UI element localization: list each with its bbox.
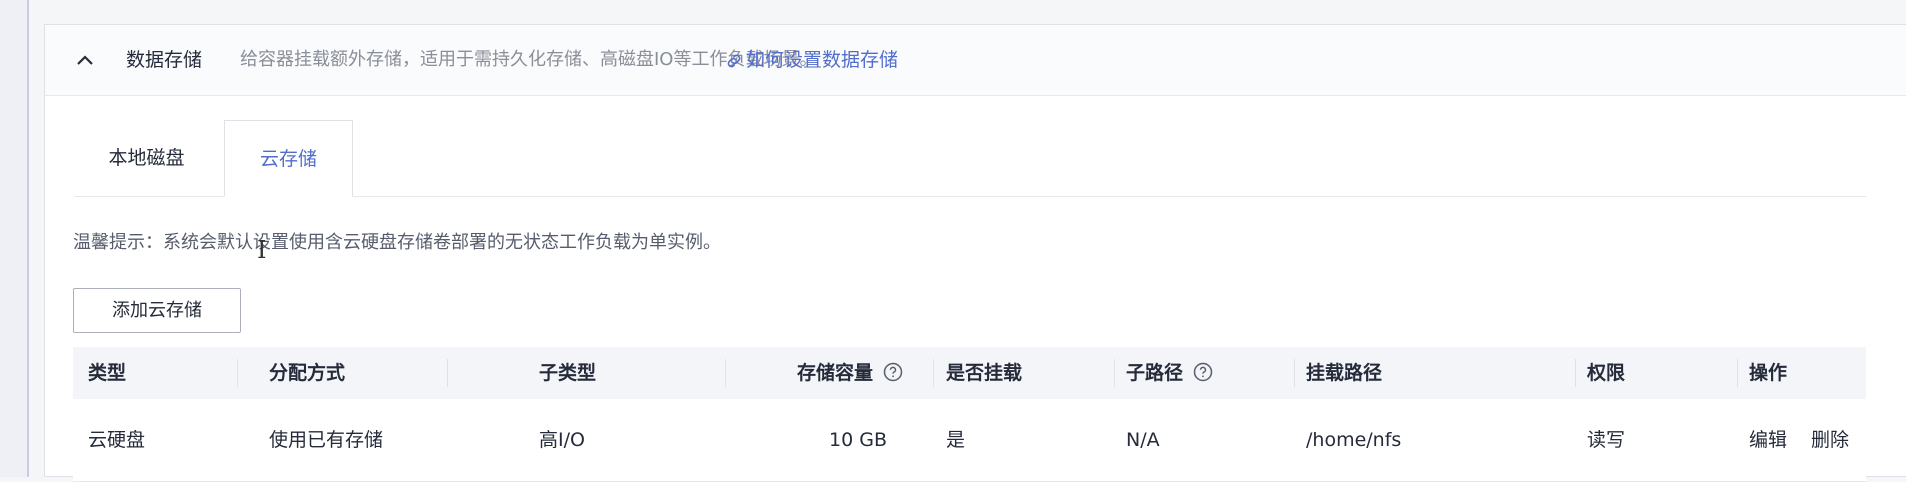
help-link-label: 如何设置数据存储 [746,49,899,71]
storage-tabs: 本地磁盘 云存储 [74,120,1866,197]
cell-mount-path: /home/nfs [1306,429,1402,451]
header-subtype: 子类型 [539,362,597,384]
panel-header[interactable]: 数据存储 给容器挂载额外存储，适用于需持久化存储、高磁盘IO等工作负载场景。 如… [45,25,1906,96]
header-mount-path: 挂载路径 [1306,362,1383,384]
chevron-up-icon[interactable] [73,49,97,73]
help-link[interactable]: 如何设置数据存储 [725,25,898,95]
question-circle-icon[interactable] [1193,362,1213,382]
question-circle-icon[interactable] [883,362,903,382]
table-row: 云硬盘 使用已有存储 高I/O 10 GB 是 N/A /home/nfs 读写… [73,399,1866,482]
cell-permission: 读写 [1587,429,1626,451]
header-capacity: 存储容量 [797,347,903,399]
storage-table: 类型 分配方式 子类型 存储容量 是否挂载 子路径 挂载路径 权限 操作 云硬盘… [73,347,1866,482]
tab-local-disk[interactable]: 本地磁盘 [74,120,219,196]
left-rail [0,0,29,477]
header-capacity-label: 存储容量 [797,362,874,384]
header-type: 类型 [88,362,127,384]
header-permission: 权限 [1587,362,1626,384]
tab-cloud-storage[interactable]: 云存储 [224,120,353,197]
table-header: 类型 分配方式 子类型 存储容量 是否挂载 子路径 挂载路径 权限 操作 [73,347,1866,399]
data-storage-panel: 数据存储 给容器挂载额外存储，适用于需持久化存储、高磁盘IO等工作负载场景。 如… [44,24,1906,482]
header-subpath: 子路径 [1126,347,1213,399]
delete-button[interactable]: 删除 [1811,399,1849,481]
cell-capacity: 10 GB [829,429,887,451]
cell-mounted: 是 [946,429,966,451]
link-icon [727,54,741,67]
section-title: 数据存储 [126,49,203,71]
header-alloc: 分配方式 [269,362,346,384]
cell-subpath: N/A [1126,429,1160,451]
header-mounted: 是否挂载 [946,362,1023,384]
cell-alloc: 使用已有存储 [269,429,384,451]
cell-subtype: 高I/O [539,429,585,451]
header-actions: 操作 [1749,362,1788,384]
header-subpath-label: 子路径 [1126,362,1184,384]
edit-button[interactable]: 编辑 [1749,399,1787,481]
add-cloud-storage-button[interactable]: 添加云存储 [73,288,241,333]
cell-type: 云硬盘 [88,429,146,451]
tip-text: 温馨提示：系统会默认设置使用含云硬盘存储卷部署的无状态工作负载为单实例。 [73,232,721,253]
text-cursor-icon: I [257,236,267,264]
